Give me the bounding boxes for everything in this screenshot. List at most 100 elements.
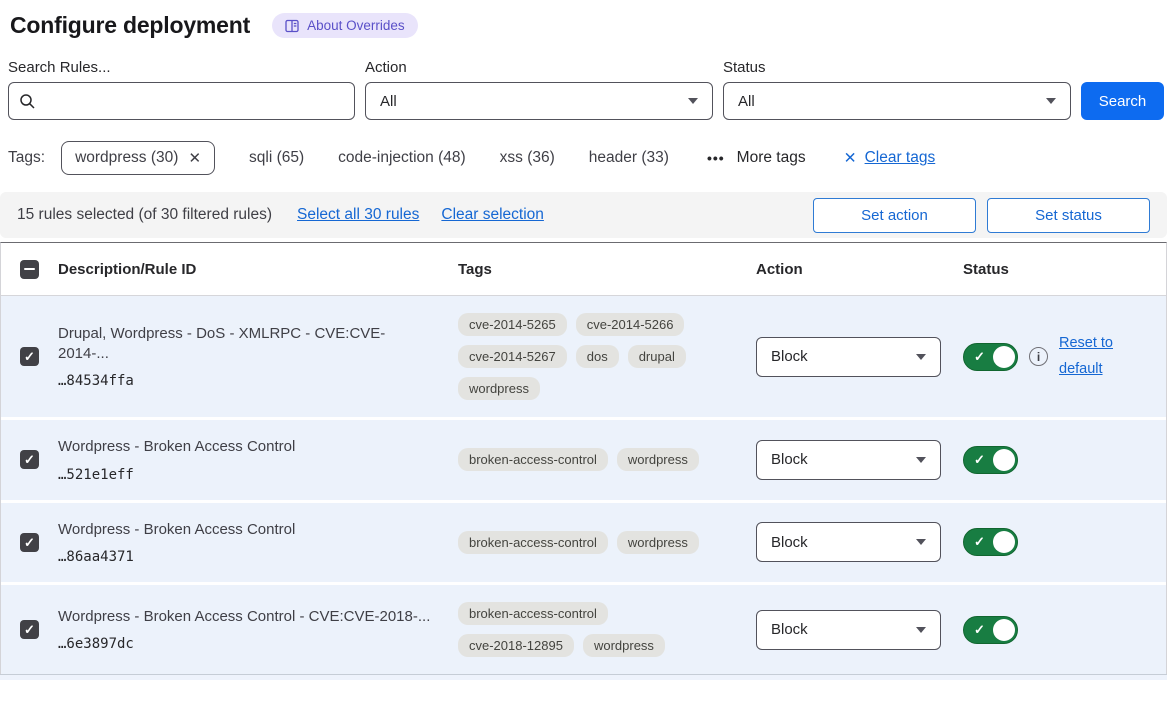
description-cell: Wordpress - Broken Access Control …521e1… bbox=[58, 437, 458, 483]
header-description: Description/Rule ID bbox=[58, 261, 458, 278]
set-action-button[interactable]: Set action bbox=[813, 198, 976, 233]
tag-option-sqli[interactable]: sqli (65) bbox=[249, 149, 304, 167]
tag-chip: cve-2018-12895 bbox=[458, 634, 574, 657]
tags-cell: broken-access-control cve-2018-12895 wor… bbox=[458, 602, 718, 657]
status-toggle[interactable]: ✓ bbox=[963, 446, 1018, 474]
description-cell: Drupal, Wordpress - DoS - XMLRPC - CVE:C… bbox=[58, 324, 458, 389]
action-filter-select[interactable]: All bbox=[365, 82, 713, 120]
selected-tag-wordpress[interactable]: wordpress (30) ✕ bbox=[61, 141, 215, 175]
check-icon: ✓ bbox=[974, 622, 985, 638]
clear-tags-link[interactable]: ✕ Clear tags bbox=[844, 149, 936, 168]
set-status-button[interactable]: Set status bbox=[987, 198, 1150, 233]
check-icon: ✓ bbox=[974, 452, 985, 468]
chevron-down-icon bbox=[916, 354, 926, 360]
header-checkbox-cell bbox=[1, 260, 58, 279]
row-checkbox[interactable]: ✓ bbox=[20, 347, 39, 366]
tag-chip: drupal bbox=[628, 345, 686, 368]
rule-id: …6e3897dc bbox=[58, 636, 434, 652]
action-cell: Block bbox=[756, 610, 963, 650]
rule-id: …84534ffa bbox=[58, 373, 434, 389]
tags-bar: Tags: wordpress (30) ✕ sqli (65) code-in… bbox=[8, 141, 1167, 175]
action-select[interactable]: Block bbox=[756, 522, 941, 562]
check-icon: ✓ bbox=[24, 350, 35, 363]
select-all-link[interactable]: Select all 30 rules bbox=[297, 206, 419, 224]
ellipsis-icon: ••• bbox=[707, 150, 725, 166]
table-row: ✓ Wordpress - Broken Access Control …86a… bbox=[1, 503, 1166, 583]
action-value: Block bbox=[771, 534, 808, 551]
header-tags: Tags bbox=[458, 261, 756, 278]
bulk-action-buttons: Set action Set status bbox=[813, 198, 1150, 233]
status-toggle[interactable]: ✓ bbox=[963, 616, 1018, 644]
status-filter-field: Status All bbox=[723, 59, 1071, 120]
table-row: ✓ Drupal, Wordpress - DoS - XMLRPC - CVE… bbox=[1, 296, 1166, 417]
toggle-knob bbox=[993, 531, 1015, 553]
tags-label: Tags: bbox=[8, 149, 45, 167]
info-icon[interactable]: i bbox=[1029, 347, 1048, 366]
tag-chip: cve-2014-5266 bbox=[576, 313, 685, 336]
check-icon: ✓ bbox=[24, 536, 35, 549]
tag-chip: cve-2014-5267 bbox=[458, 345, 567, 368]
action-cell: Block bbox=[756, 522, 963, 562]
tag-chip: broken-access-control bbox=[458, 602, 608, 625]
action-cell: Block bbox=[756, 440, 963, 480]
tag-option-header[interactable]: header (33) bbox=[589, 149, 669, 167]
tag-chip: broken-access-control bbox=[458, 448, 608, 471]
row-checkbox[interactable]: ✓ bbox=[20, 620, 39, 639]
header-action: Action bbox=[756, 261, 963, 278]
more-tags-label: More tags bbox=[737, 149, 806, 167]
rule-id: …86aa4371 bbox=[58, 549, 434, 565]
toggle-knob bbox=[993, 449, 1015, 471]
description-cell: Wordpress - Broken Access Control - CVE:… bbox=[58, 607, 458, 653]
check-icon: ✓ bbox=[24, 623, 35, 636]
action-select[interactable]: Block bbox=[756, 440, 941, 480]
rules-table: Description/Rule ID Tags Action Status ✓… bbox=[0, 242, 1167, 674]
status-cell: ✓ i Reset to default bbox=[963, 331, 1166, 382]
table-header-row: Description/Rule ID Tags Action Status bbox=[1, 243, 1166, 296]
page-header: Configure deployment About Overrides bbox=[10, 12, 1167, 39]
reset-to-default-link[interactable]: Reset to default bbox=[1059, 331, 1121, 382]
about-overrides-badge[interactable]: About Overrides bbox=[272, 13, 418, 38]
status-cell: ✓ bbox=[963, 446, 1166, 474]
more-tags-button[interactable]: ••• More tags bbox=[707, 149, 806, 167]
check-icon: ✓ bbox=[974, 534, 985, 550]
search-button[interactable]: Search bbox=[1081, 82, 1164, 120]
action-filter-label: Action bbox=[365, 59, 713, 76]
row-checkbox[interactable]: ✓ bbox=[20, 450, 39, 469]
tag-option-xss[interactable]: xss (36) bbox=[500, 149, 555, 167]
status-toggle[interactable]: ✓ bbox=[963, 343, 1018, 371]
action-select[interactable]: Block bbox=[756, 337, 941, 377]
rule-id: …521e1eff bbox=[58, 467, 434, 483]
check-icon: ✓ bbox=[974, 349, 985, 365]
filter-bar: Search Rules... Action All Status All Se… bbox=[8, 59, 1164, 120]
action-filter-field: Action All bbox=[365, 59, 713, 120]
rule-description: Wordpress - Broken Access Control bbox=[58, 437, 434, 457]
rule-description: Drupal, Wordpress - DoS - XMLRPC - CVE:C… bbox=[58, 324, 434, 363]
tag-chip: wordpress bbox=[617, 531, 699, 554]
book-icon bbox=[285, 19, 300, 33]
status-filter-select[interactable]: All bbox=[723, 82, 1071, 120]
search-input[interactable] bbox=[44, 93, 344, 110]
status-toggle[interactable]: ✓ bbox=[963, 528, 1018, 556]
clear-selection-link[interactable]: Clear selection bbox=[441, 206, 544, 224]
chevron-down-icon bbox=[688, 98, 698, 104]
tag-chip: dos bbox=[576, 345, 619, 368]
action-select[interactable]: Block bbox=[756, 610, 941, 650]
tag-chip: wordpress bbox=[617, 448, 699, 471]
about-overrides-label: About Overrides bbox=[307, 18, 405, 33]
remove-tag-icon[interactable]: ✕ bbox=[188, 149, 201, 167]
toggle-knob bbox=[993, 346, 1015, 368]
row-checkbox[interactable]: ✓ bbox=[20, 533, 39, 552]
tag-option-code-injection[interactable]: code-injection (48) bbox=[338, 149, 466, 167]
description-cell: Wordpress - Broken Access Control …86aa4… bbox=[58, 520, 458, 566]
tag-chip: wordpress bbox=[458, 377, 540, 400]
x-icon: ✕ bbox=[844, 149, 857, 168]
chevron-down-icon bbox=[916, 457, 926, 463]
status-filter-label: Status bbox=[723, 59, 1071, 76]
selection-summary: 15 rules selected (of 30 filtered rules) bbox=[17, 206, 272, 224]
tags-cell: broken-access-control wordpress bbox=[458, 531, 718, 554]
tags-cell: broken-access-control wordpress bbox=[458, 448, 718, 471]
select-all-checkbox[interactable] bbox=[20, 260, 39, 279]
tag-chip: broken-access-control bbox=[458, 531, 608, 554]
action-filter-value: All bbox=[380, 93, 397, 110]
action-value: Block bbox=[771, 621, 808, 638]
